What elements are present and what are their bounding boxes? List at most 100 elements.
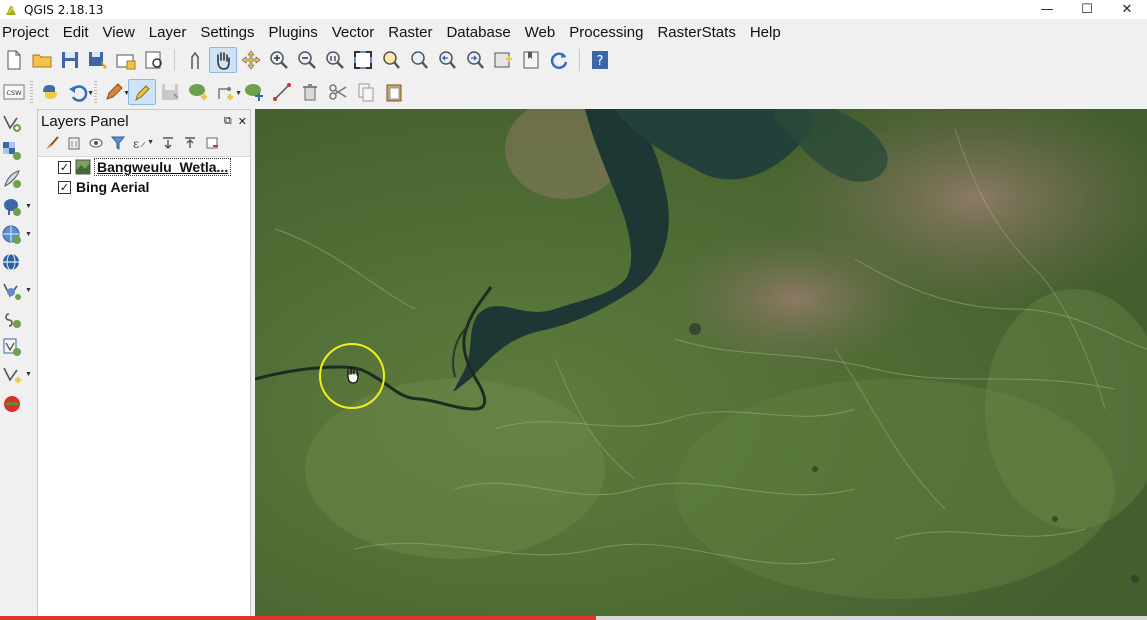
add-wms-layer-button[interactable]: ▼ xyxy=(0,221,34,249)
add-vector-layer-button[interactable] xyxy=(0,109,34,137)
add-spatialite-layer-button[interactable] xyxy=(0,165,34,193)
add-raster-layer-button[interactable] xyxy=(0,137,34,165)
minimize-button[interactable]: — xyxy=(1027,0,1067,19)
window-title: QGIS 2.18.13 xyxy=(24,2,104,17)
zoom-in-button[interactable] xyxy=(265,47,293,73)
toolbar-handle[interactable] xyxy=(94,81,97,103)
add-wcs-layer-button[interactable] xyxy=(0,249,34,277)
zoom-last-icon xyxy=(439,51,456,69)
open-styling-panel-button[interactable] xyxy=(42,133,62,153)
new-map-view-button[interactable] xyxy=(489,47,517,73)
save-as-button[interactable] xyxy=(84,47,112,73)
menu-web[interactable]: Web xyxy=(518,21,563,45)
layer-row-bing-aerial[interactable]: ✓ Bing Aerial xyxy=(38,177,250,197)
qgis-window: QGIS 2.18.13 — ☐ ✕ Project Edit View Lay… xyxy=(0,0,1147,620)
print-composer-button[interactable] xyxy=(112,47,140,73)
float-panel-button[interactable]: ⧉ xyxy=(224,114,232,128)
move-feature-button[interactable] xyxy=(240,79,268,105)
zoom-actual-size-button[interactable] xyxy=(321,47,349,73)
zoom-next-button[interactable] xyxy=(461,47,489,73)
add-group-button[interactable] xyxy=(64,133,84,153)
menu-processing[interactable]: Processing xyxy=(562,21,650,45)
close-panel-button[interactable]: ✕ xyxy=(238,115,247,128)
layer-row-bangweulu[interactable]: ✓ Bangweulu_Wetla... xyxy=(38,157,250,177)
move-feature-icon xyxy=(245,84,263,101)
menu-help[interactable]: Help xyxy=(743,21,788,45)
zoom-selection-icon xyxy=(383,51,400,69)
filter-legend-button[interactable] xyxy=(108,133,128,153)
menu-plugins[interactable]: Plugins xyxy=(262,21,325,45)
layers-panel-toolbar: ε ▼ xyxy=(38,132,250,154)
remove-layer-button[interactable] xyxy=(202,133,222,153)
new-project-button[interactable] xyxy=(0,47,28,73)
add-delimited-text-button[interactable] xyxy=(0,305,34,333)
layer-name[interactable]: Bangweulu_Wetla... xyxy=(94,158,232,176)
zoom-out-button[interactable] xyxy=(293,47,321,73)
add-part-button[interactable]: ▼ xyxy=(212,79,242,105)
save-layer-edits-button[interactable] xyxy=(156,79,184,105)
paste-icon xyxy=(386,84,402,102)
filter-icon xyxy=(110,136,126,150)
menu-edit[interactable]: Edit xyxy=(56,21,96,45)
maximize-button[interactable]: ☐ xyxy=(1067,0,1107,19)
menu-project[interactable]: Project xyxy=(0,21,56,45)
menu-vector[interactable]: Vector xyxy=(325,21,382,45)
filter-by-expression-button[interactable]: ε ▼ xyxy=(130,133,154,153)
save-project-button[interactable] xyxy=(56,47,84,73)
menu-view[interactable]: View xyxy=(96,21,142,45)
close-button[interactable]: ✕ xyxy=(1107,0,1147,19)
new-vector-layer-button[interactable]: ▼ xyxy=(0,361,34,389)
node-tool-button[interactable] xyxy=(268,79,296,105)
add-wfs-layer-button[interactable]: ▼ xyxy=(0,277,34,305)
svg-text:?: ? xyxy=(597,54,604,69)
python-console-button[interactable] xyxy=(36,79,64,105)
composer-manager-button[interactable] xyxy=(140,47,168,73)
rasterstats-plugin-button[interactable] xyxy=(0,389,34,417)
paste-features-button[interactable] xyxy=(380,79,408,105)
new-bookmark-button[interactable] xyxy=(517,47,545,73)
collapse-all-icon xyxy=(185,137,195,148)
menu-settings[interactable]: Settings xyxy=(193,21,261,45)
pan-selection-icon xyxy=(241,50,261,70)
toggle-editing-button[interactable] xyxy=(128,79,156,105)
menu-layer[interactable]: Layer xyxy=(142,21,194,45)
open-project-button[interactable] xyxy=(28,47,56,73)
map-canvas[interactable] xyxy=(255,109,1147,620)
zoom-to-selection-button[interactable] xyxy=(377,47,405,73)
zoom-full-button[interactable] xyxy=(349,47,377,73)
help-contents-button[interactable]: ? xyxy=(586,47,614,73)
manage-map-themes-button[interactable] xyxy=(86,133,106,153)
new-vector-icon xyxy=(3,367,21,383)
add-group-icon xyxy=(68,137,80,150)
cut-features-button[interactable] xyxy=(324,79,352,105)
delete-selected-button[interactable] xyxy=(296,79,324,105)
menu-rasterstats[interactable]: RasterStats xyxy=(650,21,742,45)
layer-visibility-checkbox[interactable]: ✓ xyxy=(58,160,71,174)
current-edits-button[interactable]: ▼ xyxy=(100,79,130,105)
layer-visibility-checkbox[interactable]: ✓ xyxy=(58,180,71,194)
add-feature-button[interactable] xyxy=(184,79,212,105)
zoom-last-button[interactable] xyxy=(433,47,461,73)
collapse-all-button[interactable] xyxy=(180,133,200,153)
copy-features-button[interactable] xyxy=(352,79,380,105)
zoom-to-layer-button[interactable] xyxy=(405,47,433,73)
pan-to-selection-button[interactable] xyxy=(237,47,265,73)
csw-button[interactable]: CSW xyxy=(0,79,28,105)
remove-layer-icon xyxy=(206,137,218,149)
toolbar-handle[interactable] xyxy=(30,81,33,103)
chevron-down-icon: ▼ xyxy=(25,231,32,238)
video-progress-bar[interactable] xyxy=(0,616,1147,620)
layer-name[interactable]: Bing Aerial xyxy=(76,179,149,195)
touch-zoom-button[interactable] xyxy=(181,47,209,73)
save-as-icon xyxy=(89,52,107,69)
pan-map-button[interactable] xyxy=(209,47,237,73)
main-toolbar: ? xyxy=(0,45,1147,75)
menu-database[interactable]: Database xyxy=(439,21,517,45)
menu-raster[interactable]: Raster xyxy=(381,21,439,45)
expand-all-button[interactable] xyxy=(158,133,178,153)
add-virtual-layer-button[interactable] xyxy=(0,333,34,361)
processing-history-button[interactable]: ▼ xyxy=(64,79,94,105)
add-postgis-layer-button[interactable]: ▼ xyxy=(0,193,34,221)
postgis-elephant-icon xyxy=(4,199,21,216)
refresh-button[interactable] xyxy=(545,47,573,73)
